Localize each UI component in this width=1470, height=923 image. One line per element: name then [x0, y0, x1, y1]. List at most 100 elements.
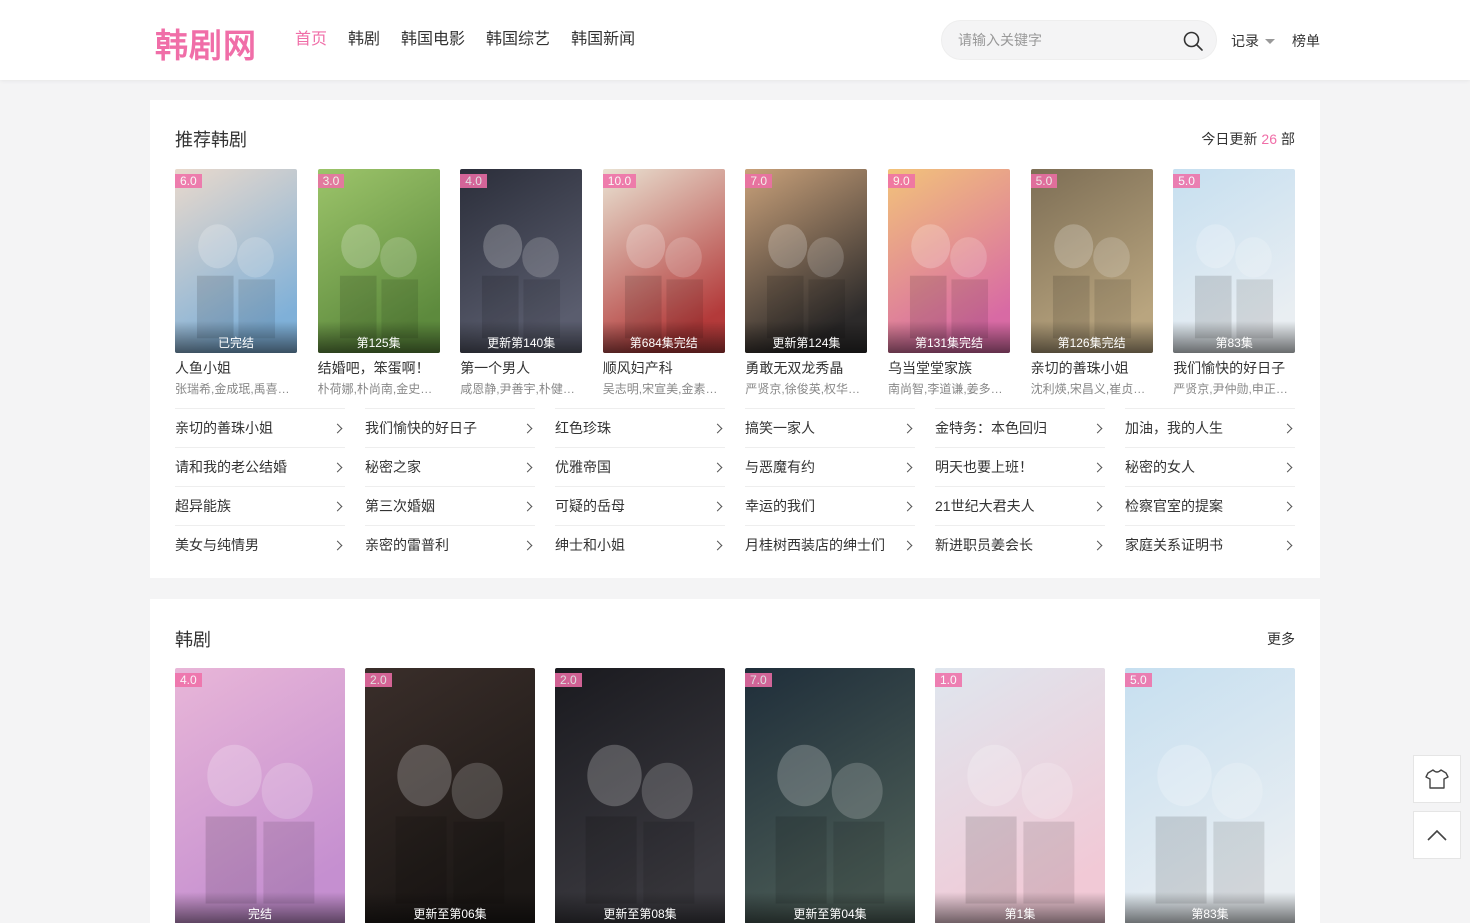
- drama-poster[interactable]: 5.0 第83集: [1125, 668, 1295, 923]
- drama-card[interactable]: 7.0 更新至第04集: [745, 668, 915, 923]
- drama-poster[interactable]: 5.0 第126集完结: [1030, 169, 1153, 353]
- chevron-right-icon: [1092, 423, 1103, 433]
- episode-status: 更新第124集: [745, 321, 868, 353]
- drama-actors: 严贤京,徐俊英,权华…: [745, 382, 861, 396]
- recommend-panel: 推荐韩剧 今日更新 26 部 6.0 已完结 人鱼小姐 张瑞希,金成珉,禹喜… 3.0 第12…: [150, 100, 1320, 578]
- drama-link[interactable]: 优雅帝国: [555, 447, 725, 486]
- chevron-right-icon: [902, 462, 913, 472]
- drama-poster[interactable]: 5.0 第83集: [1173, 169, 1296, 353]
- drama-card[interactable]: 5.0 第83集 我们愉快的好日子 严贤京,尹仲勋,申正…: [1173, 169, 1296, 396]
- poster-image: [1125, 668, 1295, 923]
- back-to-top-button[interactable]: [1413, 811, 1461, 859]
- drama-link[interactable]: 请和我的老公结婚: [175, 447, 345, 486]
- nav-movies[interactable]: 韩国电影: [401, 29, 465, 51]
- drama-link[interactable]: 家庭关系证明书: [1125, 525, 1295, 564]
- drama-link-label: 搞笑一家人: [745, 420, 815, 436]
- drama-link[interactable]: 幸运的我们: [745, 486, 915, 525]
- nav-variety[interactable]: 韩国综艺: [486, 29, 550, 51]
- drama-link-label: 检察官室的提案: [1125, 498, 1223, 514]
- drama-card[interactable]: 4.0 完结: [175, 668, 345, 923]
- drama-title[interactable]: 乌当堂堂家族: [888, 360, 1010, 376]
- episode-status: 第126集完结: [1030, 321, 1153, 353]
- drama-link[interactable]: 金特务：本色回归: [935, 408, 1105, 447]
- drama-poster[interactable]: 1.0 第1集: [935, 668, 1105, 923]
- site-logo[interactable]: 韩剧网: [155, 19, 257, 67]
- drama-card[interactable]: 6.0 已完结 人鱼小姐 张瑞希,金成珉,禹喜…: [175, 169, 297, 396]
- drama-link[interactable]: 绅士和小姐: [555, 525, 725, 564]
- drama-card[interactable]: 9.0 第131集完结 乌当堂堂家族 南尚智,李道谦,姜多…: [888, 169, 1010, 396]
- drama-card[interactable]: 2.0 更新至第06集: [365, 668, 535, 923]
- drama-poster[interactable]: 10.0 第684集完结: [602, 169, 725, 353]
- drama-link[interactable]: 亲切的善珠小姐: [175, 408, 345, 447]
- chevron-right-icon: [902, 501, 913, 511]
- drama-card[interactable]: 5.0 第83集: [1125, 668, 1295, 923]
- more-link[interactable]: 更多: [1267, 629, 1295, 649]
- drama-poster[interactable]: 6.0 已完结: [175, 169, 297, 353]
- drama-link[interactable]: 秘密的女人: [1125, 447, 1295, 486]
- chevron-right-icon: [332, 423, 343, 433]
- drama-title[interactable]: 顺风妇产科: [603, 360, 725, 376]
- drama-link[interactable]: 亲密的雷普利: [365, 525, 535, 564]
- drama-title[interactable]: 结婚吧，笨蛋啊！: [318, 360, 440, 376]
- nav-kdrama[interactable]: 韩剧: [348, 29, 380, 51]
- drama-link[interactable]: 新进职员姜会长: [935, 525, 1105, 564]
- drama-title[interactable]: 我们愉快的好日子: [1173, 360, 1295, 376]
- chevron-right-icon: [712, 423, 723, 433]
- drama-link-label: 红色珍珠: [555, 420, 611, 436]
- drama-poster[interactable]: 4.0 更新第140集: [460, 169, 583, 353]
- drama-actors: 沈利煐,宋昌义,崔贞…: [1030, 382, 1146, 396]
- chevron-right-icon: [1092, 540, 1103, 550]
- drama-title[interactable]: 人鱼小姐: [175, 360, 297, 376]
- drama-card[interactable]: 2.0 更新至第08集: [555, 668, 725, 923]
- chevron-right-icon: [1282, 462, 1293, 472]
- chevron-right-icon: [902, 540, 913, 550]
- nav-news[interactable]: 韩国新闻: [571, 29, 635, 51]
- drama-link[interactable]: 我们愉快的好日子: [365, 408, 535, 447]
- episode-status: 更新至第06集: [365, 892, 535, 923]
- drama-link[interactable]: 美女与纯情男: [175, 525, 345, 564]
- theme-button[interactable]: [1413, 755, 1461, 803]
- episode-status: 更新至第04集: [745, 892, 915, 923]
- drama-link[interactable]: 超异能族: [175, 486, 345, 525]
- drama-card[interactable]: 3.0 第125集 结婚吧，笨蛋啊！ 朴荷娜,朴尚南,金史…: [317, 169, 440, 396]
- drama-poster[interactable]: 9.0 第131集完结: [888, 169, 1010, 353]
- drama-link[interactable]: 第三次婚姻: [365, 486, 535, 525]
- chevron-right-icon: [712, 462, 723, 472]
- drama-title[interactable]: 勇敢无双龙秀晶: [745, 360, 867, 376]
- drama-poster[interactable]: 7.0 更新第124集: [745, 169, 868, 353]
- drama-poster[interactable]: 2.0 更新至第08集: [555, 668, 725, 923]
- drama-link[interactable]: 红色珍珠: [555, 408, 725, 447]
- rank-link[interactable]: 榜单: [1292, 31, 1320, 51]
- search-icon[interactable]: [1182, 30, 1204, 52]
- drama-link[interactable]: 可疑的岳母: [555, 486, 725, 525]
- drama-link-label: 亲密的雷普利: [365, 537, 449, 553]
- drama-card[interactable]: 7.0 更新第124集勇敢无双龙秀晶 严贤京,徐俊英,权华…: [745, 169, 868, 396]
- drama-link[interactable]: 21世纪大君夫人: [935, 486, 1105, 525]
- chevron-right-icon: [522, 501, 533, 511]
- history-menu[interactable]: 记录: [1231, 31, 1275, 51]
- drama-link[interactable]: 检察官室的提案: [1125, 486, 1295, 525]
- drama-link[interactable]: 加油，我的人生: [1125, 408, 1295, 447]
- nav-home[interactable]: 首页: [295, 29, 327, 51]
- drama-link[interactable]: 与恶魔有约: [745, 447, 915, 486]
- drama-card[interactable]: 1.0 第1集: [935, 668, 1105, 923]
- drama-poster[interactable]: 3.0 第125集: [317, 169, 440, 353]
- drama-poster[interactable]: 7.0 更新至第04集: [745, 668, 915, 923]
- drama-link[interactable]: 明天也要上班！: [935, 447, 1105, 486]
- score-badge: 5.0: [1173, 174, 1200, 188]
- drama-card[interactable]: 5.0 第126集完结亲切的善珠小姐 沈利煐,宋昌义,崔贞…: [1030, 169, 1153, 396]
- today-update-count: 26: [1261, 131, 1277, 147]
- drama-card[interactable]: 10.0 第684集完结 顺风妇产科 吴志明,宋宣美,金素…: [602, 169, 725, 396]
- score-badge: 1.0: [935, 673, 962, 687]
- drama-card[interactable]: 4.0 更新第140集 第一个男人 咸恩静,尹善宇,朴健…: [460, 169, 583, 396]
- search-input[interactable]: [958, 30, 1168, 50]
- score-badge: 4.0: [175, 673, 202, 687]
- drama-title[interactable]: 亲切的善珠小姐: [1031, 360, 1153, 376]
- drama-link[interactable]: 搞笑一家人: [745, 408, 915, 447]
- drama-poster[interactable]: 4.0 完结: [175, 668, 345, 923]
- drama-link[interactable]: 秘密之家: [365, 447, 535, 486]
- drama-title[interactable]: 第一个男人: [460, 360, 582, 376]
- drama-poster[interactable]: 2.0 更新至第06集: [365, 668, 535, 923]
- chevron-right-icon: [522, 462, 533, 472]
- drama-link[interactable]: 月桂树西装店的绅士们: [745, 525, 915, 564]
